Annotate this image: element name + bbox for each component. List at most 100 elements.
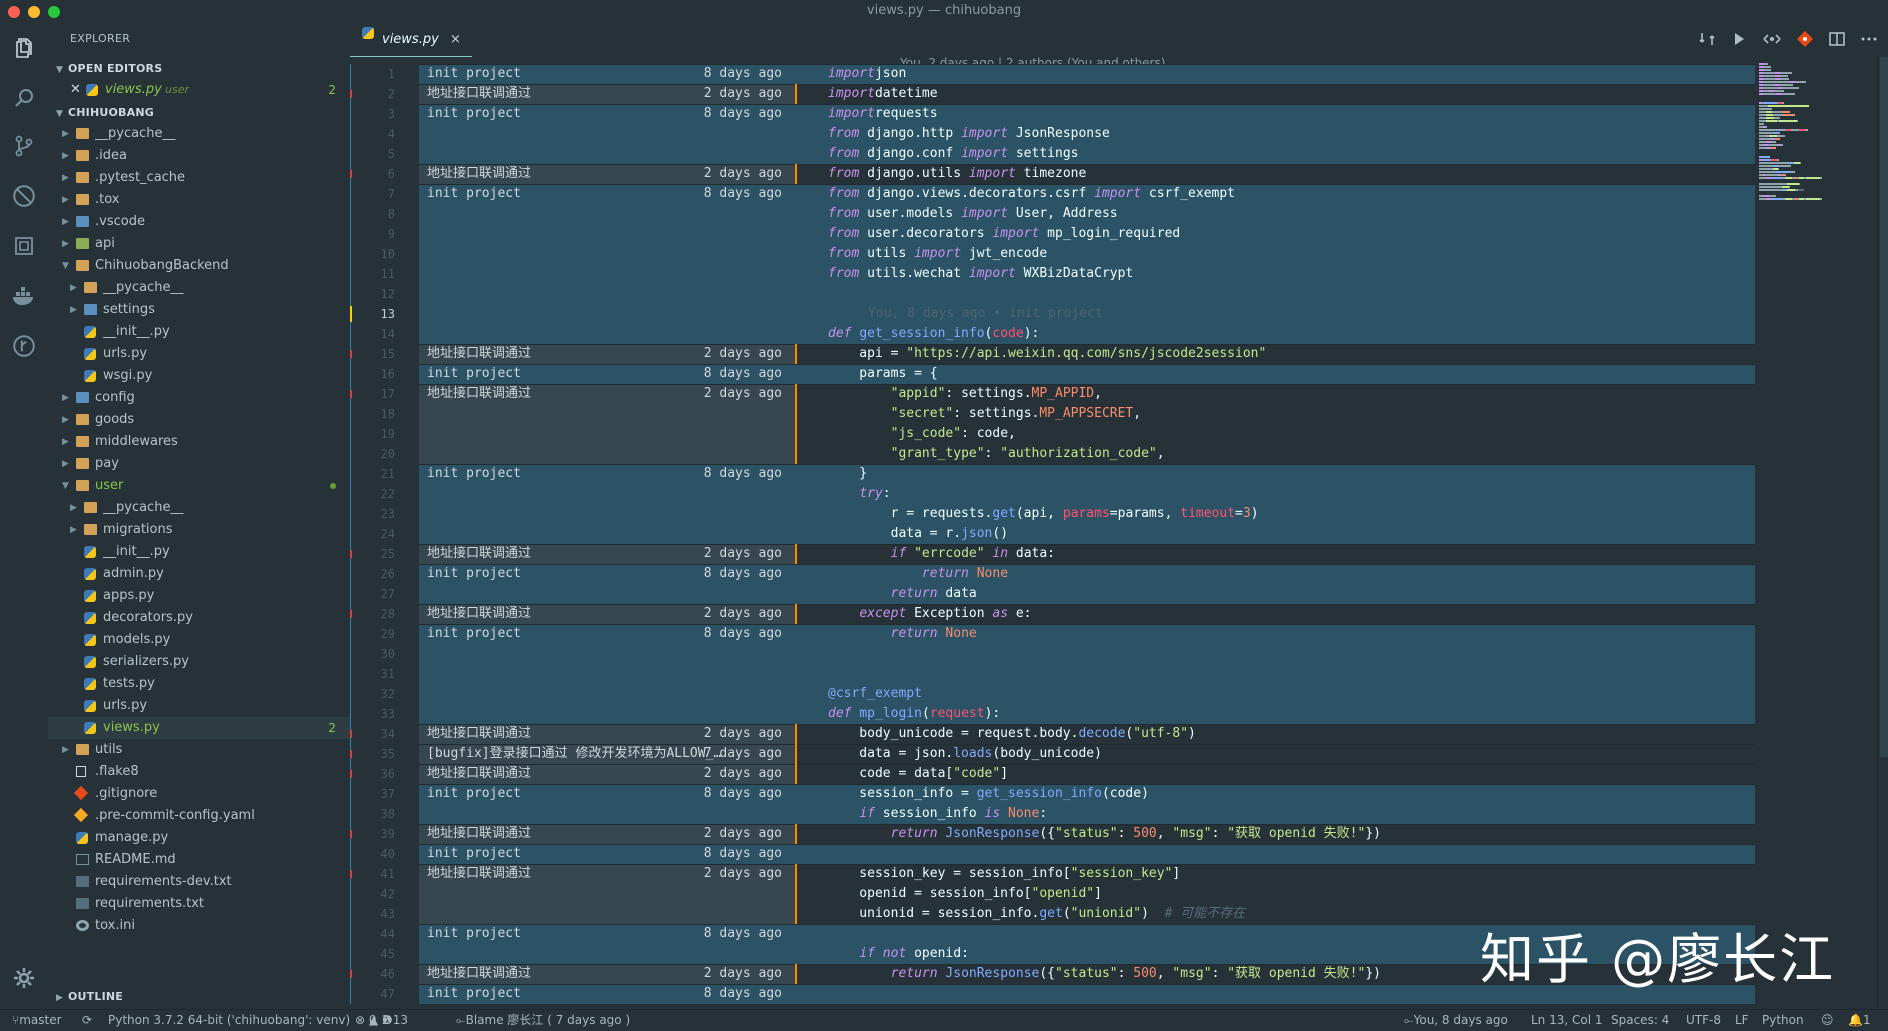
code-line[interactable]: 32 @csrf_exempt — [350, 684, 1755, 704]
code-line[interactable]: 18 "secret": settings.MP_APPSECRET, — [350, 404, 1755, 424]
code-line[interactable]: 29 init project 8 days ago return None — [350, 624, 1755, 644]
code-line[interactable]: 26 init project 8 days ago return None — [350, 564, 1755, 584]
code-line[interactable]: 17 地址接口联调通过 2 days ago "appid": settings.M… — [350, 384, 1755, 404]
chevron-right-icon[interactable]: ▶ — [62, 211, 69, 233]
toggle-blame-icon[interactable] — [1762, 30, 1782, 48]
chevron-right-icon[interactable]: ▶ — [62, 431, 69, 453]
file-tree-item[interactable]: ▶ utils — [48, 739, 350, 761]
file-tree-item[interactable]: ▶ migrations — [48, 519, 350, 541]
search-icon[interactable] — [8, 82, 40, 114]
sync-icon[interactable]: ⟳ — [82, 1010, 92, 1031]
blame-annotation[interactable]: 地址接口联调通过 2 days ago — [419, 964, 796, 984]
file-tree-item[interactable]: ▶ __pycache__ — [48, 277, 350, 299]
code-line[interactable]: 34 地址接口联调通过 2 days ago body_unicode = requ… — [350, 724, 1755, 744]
code-line[interactable]: 16 init project 8 days ago params = { — [350, 364, 1755, 384]
blame-annotation[interactable]: 地址接口联调通过 2 days ago — [419, 84, 796, 104]
git-history-icon[interactable] — [8, 330, 40, 362]
file-tree-item[interactable]: .gitignore — [48, 783, 350, 805]
chevron-right-icon[interactable]: ▶ — [62, 387, 69, 409]
code-line[interactable]: 7 init project 8 days ago from django.views… — [350, 184, 1755, 204]
blame-annotation[interactable]: 地址接口联调通过 2 days ago — [419, 604, 796, 624]
vertical-scrollbar[interactable] — [1877, 57, 1888, 1009]
tab-views-py[interactable]: views.py × — [350, 22, 472, 57]
file-tree-item[interactable]: urls.py — [48, 695, 350, 717]
chevron-right-icon[interactable]: ▶ — [62, 233, 69, 255]
code-line[interactable]: 31 — [350, 664, 1755, 684]
blame-annotation[interactable]: init project 8 days ago — [419, 564, 796, 584]
chevron-right-icon[interactable]: ▶ — [62, 189, 69, 211]
blame-annotation[interactable]: init project 8 days ago — [419, 364, 796, 384]
code-line[interactable]: 39 地址接口联调通过 2 days ago return JsonResponse… — [350, 824, 1755, 844]
encoding-status[interactable]: UTF-8 — [1686, 1010, 1721, 1031]
file-tree-item[interactable]: ▶ __pycache__ — [48, 497, 350, 519]
run-icon[interactable] — [1730, 30, 1748, 48]
chevron-right-icon[interactable]: ▶ — [70, 519, 77, 541]
file-tree-item[interactable]: ▶ pay — [48, 453, 350, 475]
code-line[interactable]: 24 data = r.json() — [350, 524, 1755, 544]
file-tree-item[interactable]: ▶ api — [48, 233, 350, 255]
code-line[interactable]: 11 from utils.wechat import WXBizDataCryp… — [350, 264, 1755, 284]
file-tree-item[interactable]: views.py 2 — [48, 717, 350, 739]
code-line[interactable]: 37 init project 8 days ago session_info = … — [350, 784, 1755, 804]
code-line[interactable]: 9 from user.decorators import mp_login_re… — [350, 224, 1755, 244]
minimap[interactable] — [1755, 57, 1877, 1009]
close-icon[interactable]: ✕ — [70, 79, 81, 101]
code-line[interactable]: 33 def mp_login(request): — [350, 704, 1755, 724]
file-tree-item[interactable]: models.py — [48, 629, 350, 651]
close-window-button[interactable] — [8, 6, 20, 18]
file-tree-item[interactable]: __init__.py — [48, 541, 350, 563]
more-actions-icon[interactable] — [1860, 30, 1878, 48]
debug-icon[interactable] — [8, 180, 40, 212]
chevron-right-icon[interactable]: ▶ — [62, 145, 69, 167]
code-line[interactable]: 38 if session_info is None: — [350, 804, 1755, 824]
file-tree-item[interactable]: ▶ goods — [48, 409, 350, 431]
code-line[interactable]: 4 from django.http import JsonResponse — [350, 124, 1755, 144]
code-line[interactable]: 14 def get_session_info(code): — [350, 324, 1755, 344]
file-tree-item[interactable]: tests.py — [48, 673, 350, 695]
blame-annotation[interactable]: init project 8 days ago — [419, 924, 796, 944]
blame-annotation[interactable]: 地址接口联调通过 2 days ago — [419, 724, 796, 744]
file-tree-item[interactable]: requirements-dev.txt — [48, 871, 350, 893]
blame-annotation[interactable]: 地址接口联调通过 2 days ago — [419, 764, 796, 784]
blame-annotation[interactable]: 地址接口联调通过 2 days ago — [419, 384, 796, 404]
branch-status[interactable]: ⑂ master — [12, 1010, 62, 1031]
file-tree-item[interactable]: ▼ user — [48, 475, 350, 497]
chevron-right-icon[interactable]: ▶ — [62, 123, 69, 145]
source-control-icon[interactable] — [8, 130, 40, 162]
file-tree-item[interactable]: ▶ .vscode — [48, 211, 350, 233]
code-line[interactable]: 27 return data — [350, 584, 1755, 604]
code-line[interactable]: 25 地址接口联调通过 2 days ago if "errcode" in dat… — [350, 544, 1755, 564]
file-tree-item[interactable]: requirements.txt — [48, 893, 350, 915]
chevron-right-icon[interactable]: ▶ — [62, 453, 69, 475]
file-tree-item[interactable]: .flake8 — [48, 761, 350, 783]
tab-close-icon[interactable]: × — [450, 22, 461, 57]
chevron-right-icon[interactable]: ▶ — [70, 277, 77, 299]
blame-annotation[interactable]: 地址接口联调通过 2 days ago — [419, 544, 796, 564]
blame-status[interactable]: ⟜ Blame 廖长江 ( 7 days ago ) — [456, 1010, 630, 1031]
code-line[interactable]: 12 — [350, 284, 1755, 304]
author-status[interactable]: ⟜ You, 8 days ago — [1404, 1010, 1508, 1031]
file-tree-item[interactable]: manage.py — [48, 827, 350, 849]
problems-status[interactable]: ⊗ 0 ▲ 2 ❶ 13 — [355, 1010, 408, 1031]
code-line[interactable]: 22 try: — [350, 484, 1755, 504]
chevron-right-icon[interactable]: ▶ — [62, 409, 69, 431]
file-tree-item[interactable]: ▶ settings — [48, 299, 350, 321]
file-tree-item[interactable]: ▼ ChihuobangBackend — [48, 255, 350, 277]
code-line[interactable]: 21 init project 8 days ago } — [350, 464, 1755, 484]
chevron-right-icon[interactable]: ▶ — [62, 739, 69, 761]
code-line[interactable]: 3 init project 8 days ago importrequests — [350, 104, 1755, 124]
code-line[interactable]: 40 init project 8 days ago — [350, 844, 1755, 864]
file-tree-item[interactable]: README.md — [48, 849, 350, 871]
feedback-smiley-icon[interactable]: ☺ — [1821, 1010, 1834, 1031]
language-status[interactable]: Python — [1762, 1010, 1804, 1031]
indentation-status[interactable]: Spaces: 4 — [1611, 1010, 1669, 1031]
chevron-down-icon[interactable]: ▼ — [62, 255, 69, 277]
minimize-window-button[interactable] — [28, 6, 40, 18]
blame-annotation[interactable]: init project 8 days ago — [419, 784, 796, 804]
blame-annotation[interactable]: init project 8 days ago — [419, 464, 796, 484]
chevron-right-icon[interactable]: ▶ — [70, 299, 77, 321]
chevron-right-icon[interactable]: ▶ — [62, 167, 69, 189]
code-line[interactable]: 2 地址接口联调通过 2 days ago importdatetime — [350, 84, 1755, 104]
blame-annotation[interactable]: init project 8 days ago — [419, 64, 796, 84]
code-line[interactable]: 28 地址接口联调通过 2 days ago except Exception as… — [350, 604, 1755, 624]
